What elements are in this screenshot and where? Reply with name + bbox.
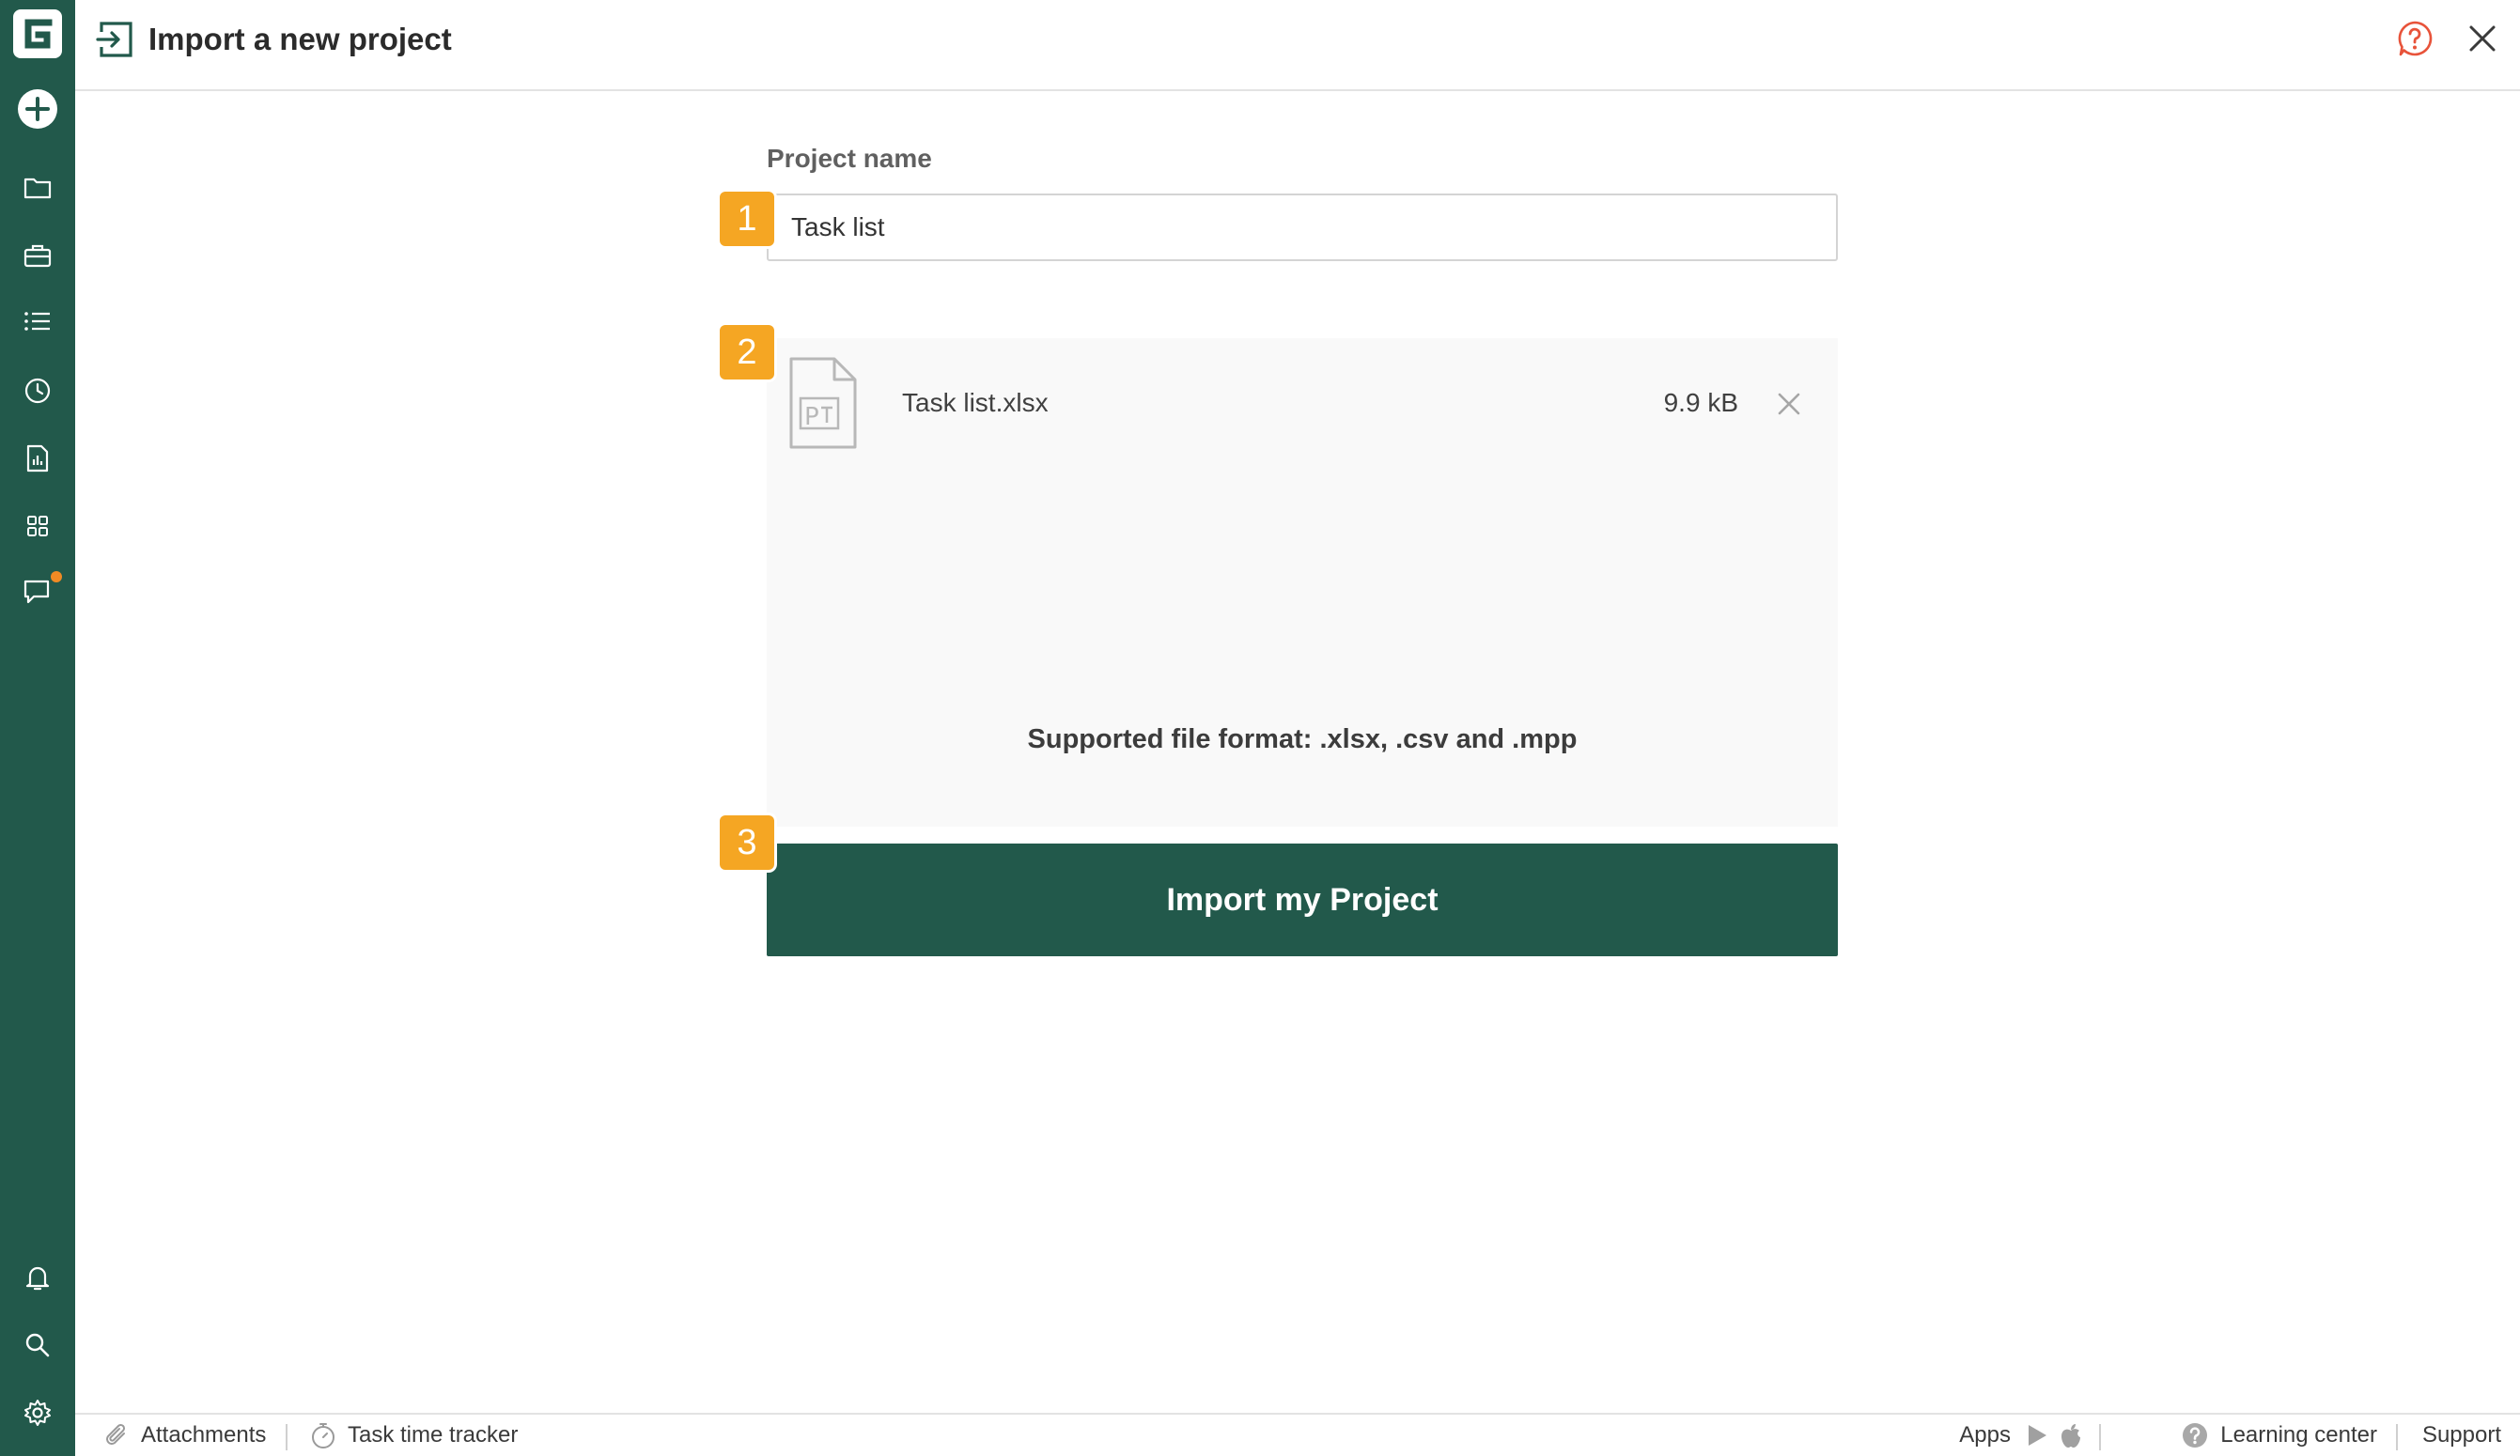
step-badge-1: 1 bbox=[720, 192, 774, 246]
sidebar-item-tasks[interactable] bbox=[0, 293, 75, 349]
header: Import a new project bbox=[75, 0, 2520, 91]
step-badge-3: 3 bbox=[720, 815, 774, 870]
project-file-icon: P bbox=[789, 357, 857, 449]
sidebar bbox=[0, 0, 75, 1456]
stopwatch-icon bbox=[312, 1423, 334, 1448]
logo-icon[interactable] bbox=[13, 9, 62, 58]
remove-file-icon[interactable] bbox=[1776, 391, 1802, 417]
apps-grid-icon bbox=[27, 516, 48, 536]
search-button[interactable] bbox=[0, 1317, 75, 1373]
footer-attachments-label: Attachments bbox=[141, 1422, 267, 1448]
footer-time-tracker[interactable]: Task time tracker bbox=[310, 1415, 518, 1456]
sidebar-item-apps[interactable] bbox=[0, 498, 75, 554]
close-icon[interactable] bbox=[2466, 22, 2499, 55]
help-circle-icon bbox=[2183, 1423, 2208, 1448]
report-icon bbox=[26, 444, 49, 472]
folder-icon bbox=[23, 178, 52, 199]
footer-apps[interactable]: Apps bbox=[1959, 1415, 2082, 1456]
footer-divider bbox=[2396, 1424, 2398, 1450]
play-store-icon[interactable] bbox=[2026, 1423, 2048, 1448]
settings-button[interactable] bbox=[0, 1385, 75, 1441]
gear-icon bbox=[24, 1400, 51, 1426]
add-button[interactable] bbox=[0, 81, 75, 137]
footer-divider bbox=[2099, 1424, 2101, 1450]
file-dropzone[interactable]: P Task list.xlsx 9.9 kB Supported file f… bbox=[767, 338, 1838, 827]
briefcase-icon bbox=[23, 244, 52, 268]
chat-icon bbox=[23, 580, 50, 604]
sidebar-item-timesheets[interactable] bbox=[0, 363, 75, 419]
sidebar-item-chat[interactable] bbox=[0, 564, 75, 620]
footer-learning-center-label: Learning center bbox=[2220, 1422, 2377, 1448]
help-icon[interactable] bbox=[2396, 20, 2434, 57]
supported-formats-text: Supported file format: .xlsx, .csv and .… bbox=[1027, 724, 1578, 754]
sidebar-item-projects[interactable] bbox=[0, 160, 75, 216]
search-icon bbox=[25, 1333, 50, 1357]
svg-text:P: P bbox=[804, 403, 819, 431]
file-name: Task list.xlsx bbox=[902, 388, 1049, 417]
sidebar-item-portfolio[interactable] bbox=[0, 227, 75, 284]
footer-attachments[interactable]: Attachments bbox=[103, 1415, 266, 1456]
footer-support[interactable]: Support bbox=[2422, 1415, 2501, 1456]
paperclip-icon bbox=[106, 1423, 126, 1445]
step-badge-2: 2 bbox=[720, 325, 774, 379]
project-name-input[interactable] bbox=[767, 194, 1838, 261]
bell-icon bbox=[25, 1266, 50, 1291]
clock-icon bbox=[24, 378, 51, 404]
footer-learning-center[interactable]: Learning center bbox=[2181, 1415, 2377, 1456]
sidebar-item-reports[interactable] bbox=[0, 430, 75, 487]
page-title: Import a new project bbox=[148, 22, 452, 56]
list-icon bbox=[24, 312, 50, 331]
file-size: 9.9 kB bbox=[1663, 388, 1738, 417]
footer: Attachments Task time tracker Apps Learn… bbox=[75, 1413, 2520, 1456]
add-icon bbox=[18, 89, 57, 129]
footer-time-tracker-label: Task time tracker bbox=[348, 1422, 519, 1448]
footer-support-label: Support bbox=[2421, 1422, 2501, 1448]
project-name-label: Project name bbox=[767, 144, 932, 173]
import-project-button[interactable]: Import my Project bbox=[767, 844, 1838, 956]
import-icon bbox=[96, 22, 132, 57]
chat-notification-dot bbox=[51, 571, 62, 582]
footer-apps-label: Apps bbox=[1959, 1422, 2011, 1448]
notifications-button[interactable] bbox=[0, 1249, 75, 1306]
apple-icon[interactable] bbox=[2060, 1422, 2082, 1448]
footer-divider bbox=[286, 1424, 288, 1450]
